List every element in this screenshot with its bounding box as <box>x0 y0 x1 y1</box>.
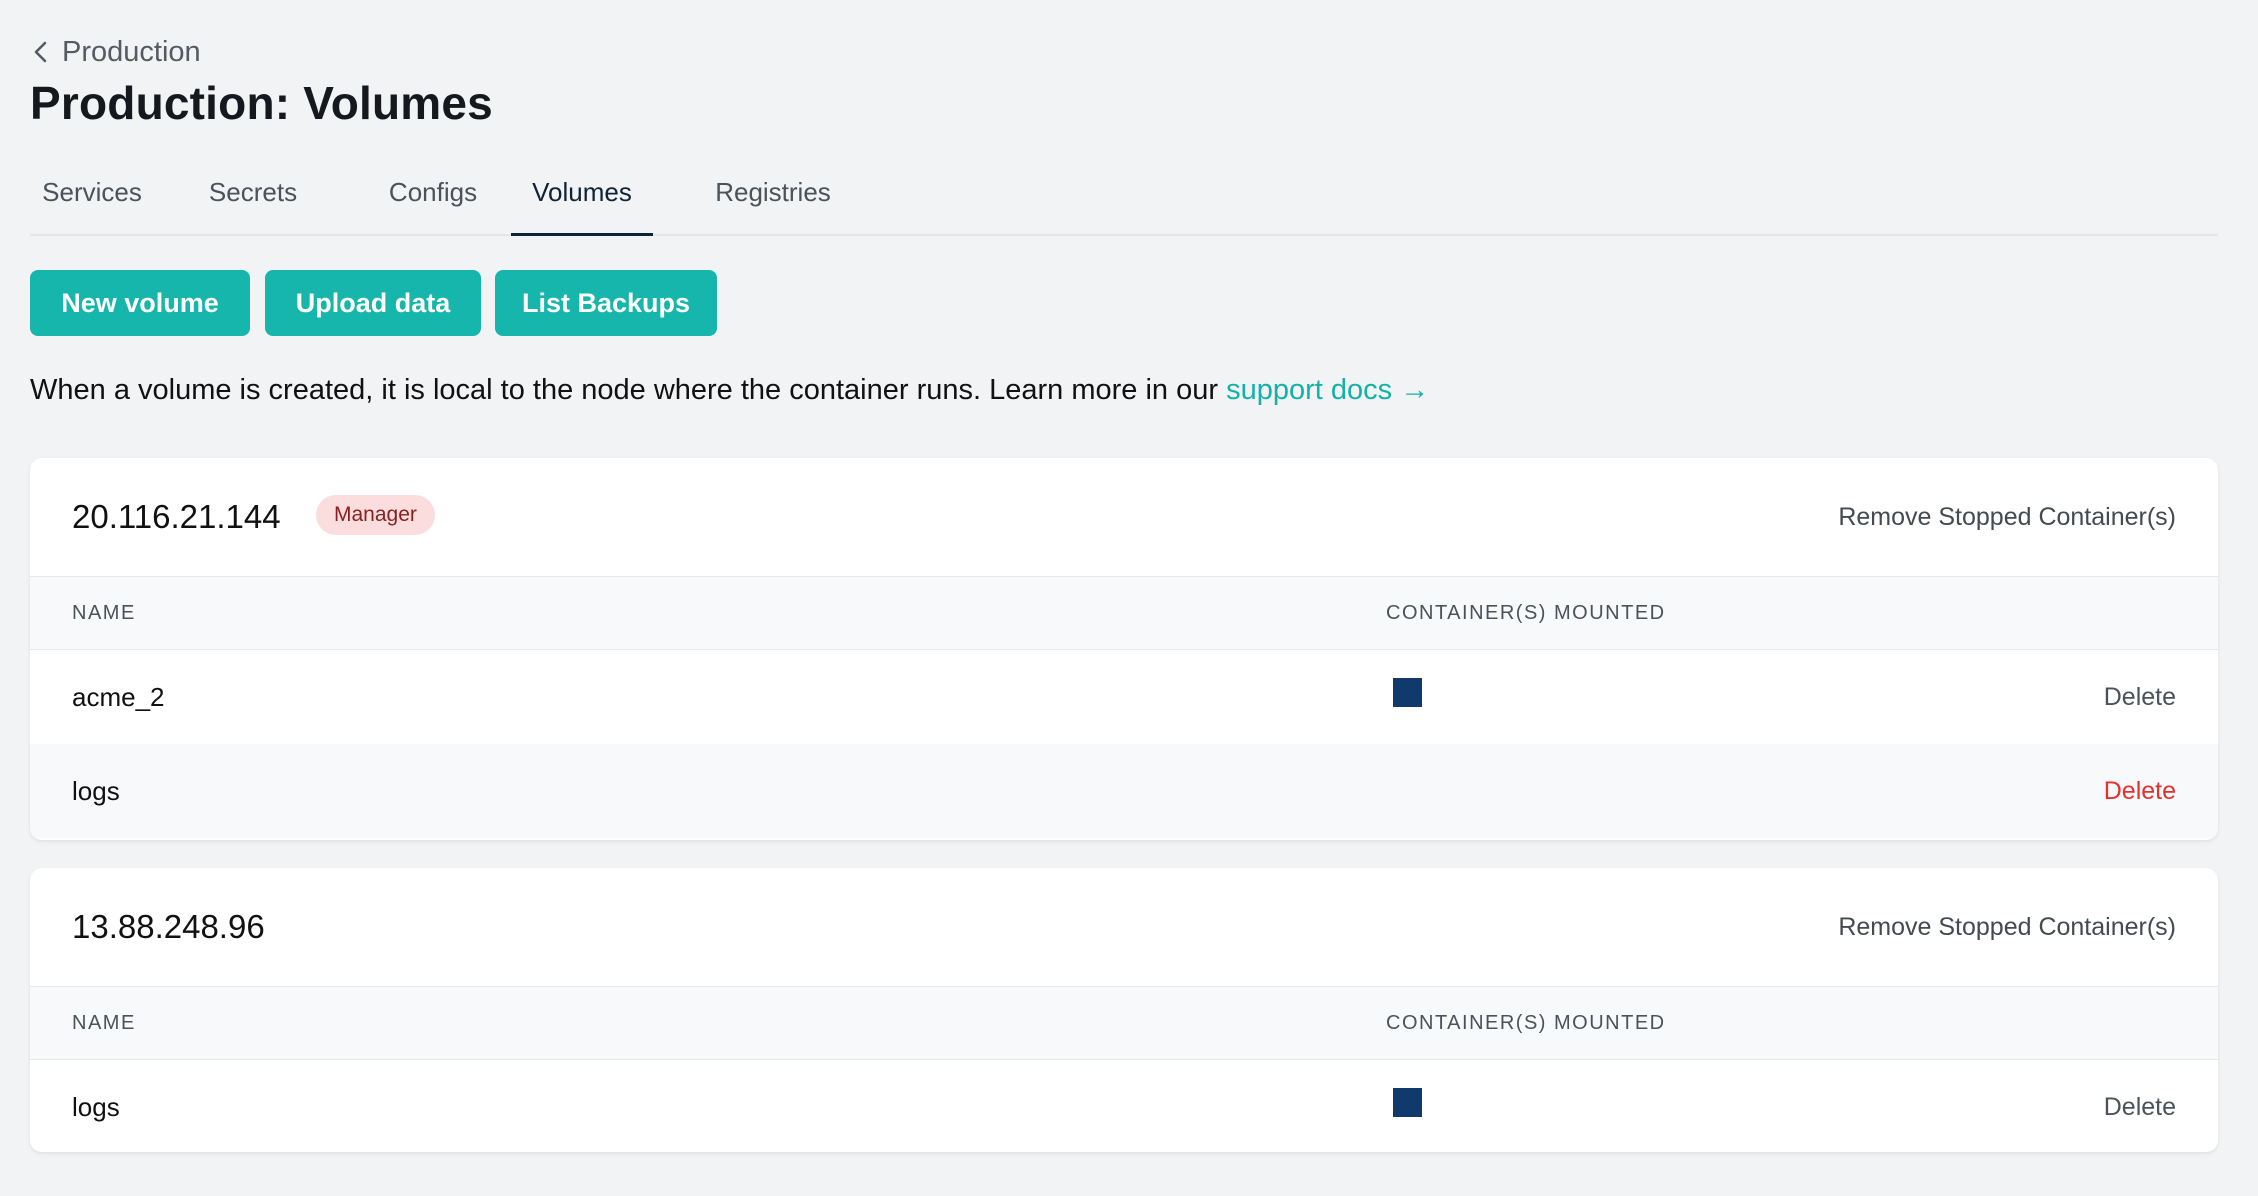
status-badge: Manager <box>316 495 435 535</box>
table-row: logs Delete <box>30 1060 2218 1152</box>
tab-registries[interactable]: Registries <box>684 150 862 234</box>
upload-data-button[interactable]: Upload data <box>265 270 481 336</box>
node-card: 13.88.248.96 Remove Stopped Container(s)… <box>30 868 2218 1152</box>
column-header-containers-mounted: CONTAINER(S) MOUNTED <box>1386 1011 1666 1034</box>
table-row: acme_2 Delete <box>30 650 2218 744</box>
table-header: NAME CONTAINER(S) MOUNTED <box>30 577 2218 650</box>
tab-volumes[interactable]: Volumes <box>511 150 653 236</box>
mounted-container-icon[interactable] <box>1393 678 1422 707</box>
tab-secrets[interactable]: Secrets <box>198 150 308 234</box>
table-header: NAME CONTAINER(S) MOUNTED <box>30 987 2218 1060</box>
remove-stopped-containers-button[interactable]: Remove Stopped Container(s) <box>1838 868 2176 986</box>
support-docs-link[interactable]: support docs → <box>1226 374 1429 406</box>
tab-configs[interactable]: Configs <box>354 150 512 234</box>
volume-name: logs <box>72 775 120 806</box>
delete-volume-button[interactable]: Delete <box>2104 650 2176 744</box>
tab-services[interactable]: Services <box>30 150 154 234</box>
chevron-left-icon <box>34 41 47 63</box>
node-card-header: 13.88.248.96 Remove Stopped Container(s) <box>30 868 2218 987</box>
volume-name: acme_2 <box>72 681 165 712</box>
node-host: 13.88.248.96 <box>72 908 265 945</box>
column-header-name: NAME <box>72 1011 136 1034</box>
table-row: logs Delete <box>30 744 2218 838</box>
page-title: Production: Volumes <box>30 77 493 129</box>
node-card-header: 20.116.21.144 Manager Remove Stopped Con… <box>30 458 2218 577</box>
volume-info-message: When a volume is created, it is local to… <box>30 374 1227 406</box>
node-host: 20.116.21.144 <box>72 498 281 535</box>
remove-stopped-containers-button[interactable]: Remove Stopped Container(s) <box>1838 458 2176 576</box>
column-header-name: NAME <box>72 601 136 624</box>
list-backups-button[interactable]: List Backups <box>495 270 717 336</box>
mounted-container-icon[interactable] <box>1393 1088 1422 1117</box>
new-volume-button[interactable]: New volume <box>30 270 250 336</box>
delete-volume-button[interactable]: Delete <box>2104 1060 2176 1152</box>
tab-bar: Services Secrets Configs Volumes Registr… <box>30 150 2218 236</box>
delete-volume-button[interactable]: Delete <box>2104 744 2176 838</box>
breadcrumb-label: Production <box>62 35 201 68</box>
column-header-containers-mounted: CONTAINER(S) MOUNTED <box>1386 601 1666 624</box>
node-card: 20.116.21.144 Manager Remove Stopped Con… <box>30 458 2218 840</box>
breadcrumb[interactable]: Production <box>30 32 201 72</box>
volume-name: logs <box>72 1091 120 1122</box>
volume-info-text: When a volume is created, it is local to… <box>30 374 1429 407</box>
